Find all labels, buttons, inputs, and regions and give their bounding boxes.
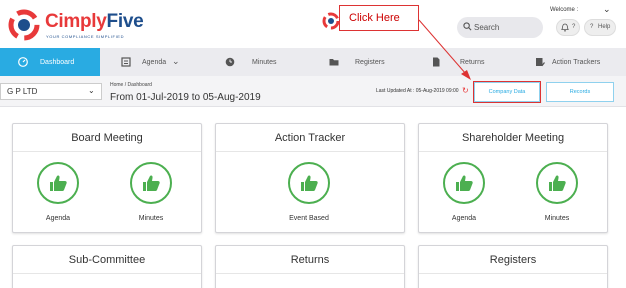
shareholder-minutes-label: Minutes <box>544 215 570 222</box>
refresh-icon[interactable]: ↻ <box>462 86 469 95</box>
welcome-text: Welcome : <box>550 7 579 13</box>
card-divider <box>216 151 404 152</box>
shareholder-agenda-label: Agenda <box>451 215 477 222</box>
nav-label-minutes: Minutes <box>252 59 277 66</box>
nav-label-dashboard: Dashboard <box>40 59 75 66</box>
nav-label-returns: Returns <box>460 59 485 66</box>
help-question-icon: ? <box>590 24 594 30</box>
card-returns: Returns <box>215 245 405 288</box>
folder-icon <box>329 59 339 66</box>
bell-icon <box>561 23 569 32</box>
card-shareholder-meeting: Shareholder Meeting Agenda Minutes <box>418 123 608 233</box>
card-action-tracker: Action Tracker Event Based <box>215 123 405 233</box>
agenda-chevron-down-icon: ⌄ <box>172 56 180 66</box>
card-divider <box>13 273 201 274</box>
chevron-down-icon: ⌄ <box>88 86 95 95</box>
logo-tagline: YOUR COMPLIANCE SIMPLIFIED <box>46 34 125 39</box>
annotation-highlight-box <box>473 81 541 103</box>
board-minutes-button[interactable] <box>130 162 172 204</box>
search-icon <box>463 22 472 31</box>
card-title: Board Meeting <box>71 132 143 144</box>
nav-item-returns[interactable]: Returns <box>412 48 512 76</box>
nav-item-action-trackers[interactable]: Action Trackers <box>512 48 626 76</box>
card-divider <box>216 273 404 274</box>
board-agenda-label: Agenda <box>45 215 71 222</box>
logo-name: CimplyFive <box>45 11 144 32</box>
thumbs-up-icon <box>456 175 473 191</box>
annotation-text: Click Here <box>349 12 400 24</box>
company-name: G P LTD <box>7 87 38 96</box>
shareholder-minutes-button[interactable] <box>536 162 578 204</box>
logo-mark-icon <box>8 9 40 41</box>
tracker-icon <box>536 58 545 67</box>
nav-item-agenda[interactable]: Agenda ⌄ <box>100 48 200 76</box>
board-minutes-label: Minutes <box>138 215 164 222</box>
document-icon <box>433 57 440 67</box>
card-divider <box>13 151 201 152</box>
card-title: Shareholder Meeting <box>461 132 565 144</box>
clock-icon <box>225 57 235 67</box>
records-label: Records <box>569 89 591 95</box>
help-label: Help <box>598 24 611 30</box>
nav-label-registers: Registers <box>355 59 385 66</box>
thumbs-up-icon <box>301 175 318 191</box>
thumbs-up-icon <box>143 175 160 191</box>
card-title: Action Tracker <box>274 132 346 144</box>
board-agenda-button[interactable] <box>37 162 79 204</box>
card-divider <box>419 273 607 274</box>
card-registers: Registers <box>418 245 608 288</box>
nav-label-agenda: Agenda <box>142 59 167 66</box>
last-updated-text: Last Updated At : 05-Aug-2019 09:00 <box>376 88 459 94</box>
dashboard-icon <box>18 57 28 67</box>
thumbs-up-icon <box>50 175 67 191</box>
main-nav: Dashboard Agenda ⌄ Minutes Registers Ret… <box>0 48 626 76</box>
breadcrumb: Home / Dashboard <box>110 82 152 88</box>
notification-count: ? <box>572 24 576 30</box>
company-select[interactable]: G P LTD ⌄ <box>0 83 102 100</box>
search-input[interactable]: Search <box>457 17 543 38</box>
event-based-label: Event Based <box>289 215 329 222</box>
event-based-button[interactable] <box>288 162 330 204</box>
card-sub-committee: Sub-Committee <box>12 245 202 288</box>
card-title: Sub-Committee <box>68 254 146 266</box>
help-button[interactable]: ? Help <box>584 19 616 36</box>
nav-label-action-trackers: Action Trackers <box>552 59 601 66</box>
card-divider <box>419 151 607 152</box>
nav-item-registers[interactable]: Registers <box>312 48 412 76</box>
records-button[interactable]: Records <box>546 82 614 102</box>
top-header: CimplyFive YOUR COMPLIANCE SIMPLIFIED We… <box>0 0 626 48</box>
annotation-callout: Click Here <box>339 5 419 31</box>
agenda-icon <box>121 57 131 67</box>
date-range: From 01-Jul-2019 to 05-Aug-2019 <box>110 92 261 103</box>
app-logo[interactable]: CimplyFive YOUR COMPLIANCE SIMPLIFIED <box>8 9 148 41</box>
card-title: Registers <box>489 254 537 266</box>
nav-item-minutes[interactable]: Minutes <box>200 48 312 76</box>
card-board-meeting: Board Meeting Agenda Minutes <box>12 123 202 233</box>
card-title: Returns <box>290 254 330 266</box>
search-placeholder: Search <box>474 23 500 32</box>
shareholder-agenda-button[interactable] <box>443 162 485 204</box>
notification-button[interactable]: ? <box>556 19 580 36</box>
nav-item-dashboard[interactable]: Dashboard <box>0 48 100 76</box>
chevron-down-icon[interactable]: ⌄ <box>603 4 611 15</box>
logo-mark-small-icon <box>322 12 340 30</box>
thumbs-up-icon <box>549 175 566 191</box>
